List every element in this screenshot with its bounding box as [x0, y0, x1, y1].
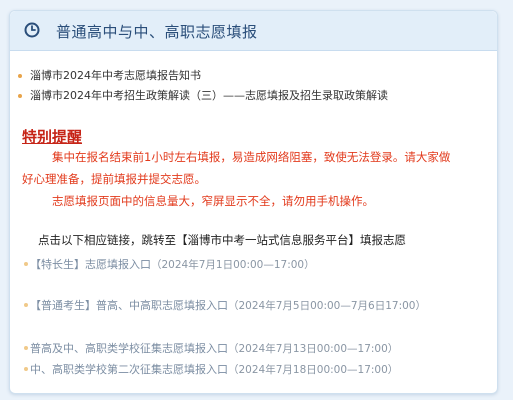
notice-list: 淄博市2024年中考志愿填报告知书 淄博市2024年中考招生政策解读（三）——志…: [18, 66, 388, 106]
alert-line-3: 志愿填报页面中的信息量大，窄屏显示不全，请勿用手机操作。: [52, 194, 374, 208]
link-time: （2024年7月18日00:00—17:00）: [228, 364, 399, 376]
notice-link-2[interactable]: 淄博市2024年中考招生政策解读（三）——志愿填报及招生录取政策解读: [18, 86, 388, 106]
card-header: 普通高中与中、高职志愿填报: [10, 11, 497, 51]
bullet-icon: [24, 303, 28, 307]
link-supplementary-1[interactable]: 普高及中、高职类学校征集志愿填报入口（2024年7月13日00:00—17:00…: [24, 340, 399, 356]
link-label: 普高及中、高职类学校征集志愿填报入口: [30, 342, 228, 355]
notice-link-1[interactable]: 淄博市2024年中考志愿填报告知书: [18, 66, 388, 86]
link-specialty-students[interactable]: 【特长生】志愿填报入口（2024年7月1日00:00—17:00）: [24, 256, 315, 272]
link-regular-students[interactable]: 【普通考生】普高、中高职志愿填报入口（2024年7月5日00:00—7月6日17…: [24, 297, 426, 313]
link-label: 中、高职类学校第二次征集志愿填报入口: [30, 363, 228, 376]
bullet-icon: [18, 74, 22, 78]
link-label: 【特长生】志愿填报入口: [30, 258, 151, 271]
link-time: （2024年7月13日00:00—17:00）: [228, 343, 399, 355]
link-supplementary-2[interactable]: 中、高职类学校第二次征集志愿填报入口（2024年7月18日00:00—17:00…: [24, 361, 399, 377]
bullet-icon: [24, 367, 28, 371]
bullet-icon: [24, 262, 28, 266]
notice-label: 淄博市2024年中考志愿填报告知书: [30, 69, 201, 82]
instruction-text: 点击以下相应链接，跳转至【淄博市中考一站式信息服务平台】填报志愿: [38, 233, 406, 247]
notice-label: 淄博市2024年中考招生政策解读（三）——志愿填报及招生录取政策解读: [30, 89, 388, 102]
link-time: （2024年7月5日00:00—7月6日17:00）: [228, 300, 426, 312]
bullet-icon: [18, 94, 22, 98]
clock-icon: [24, 22, 40, 38]
card-title: 普通高中与中、高职志愿填报: [56, 23, 258, 41]
link-label: 【普通考生】普高、中高职志愿填报入口: [30, 299, 228, 312]
alert-line-2: 好心理准备，提前填报并提交志愿。: [22, 172, 206, 186]
alert-title: 特别提醒: [22, 128, 83, 146]
alert-line-1: 集中在报名结束前1小时左右填报，易造成网络阻塞，致使无法登录。请大家做: [52, 150, 451, 164]
link-time: （2024年7月1日00:00—17:00）: [151, 259, 315, 271]
bullet-icon: [24, 346, 28, 350]
